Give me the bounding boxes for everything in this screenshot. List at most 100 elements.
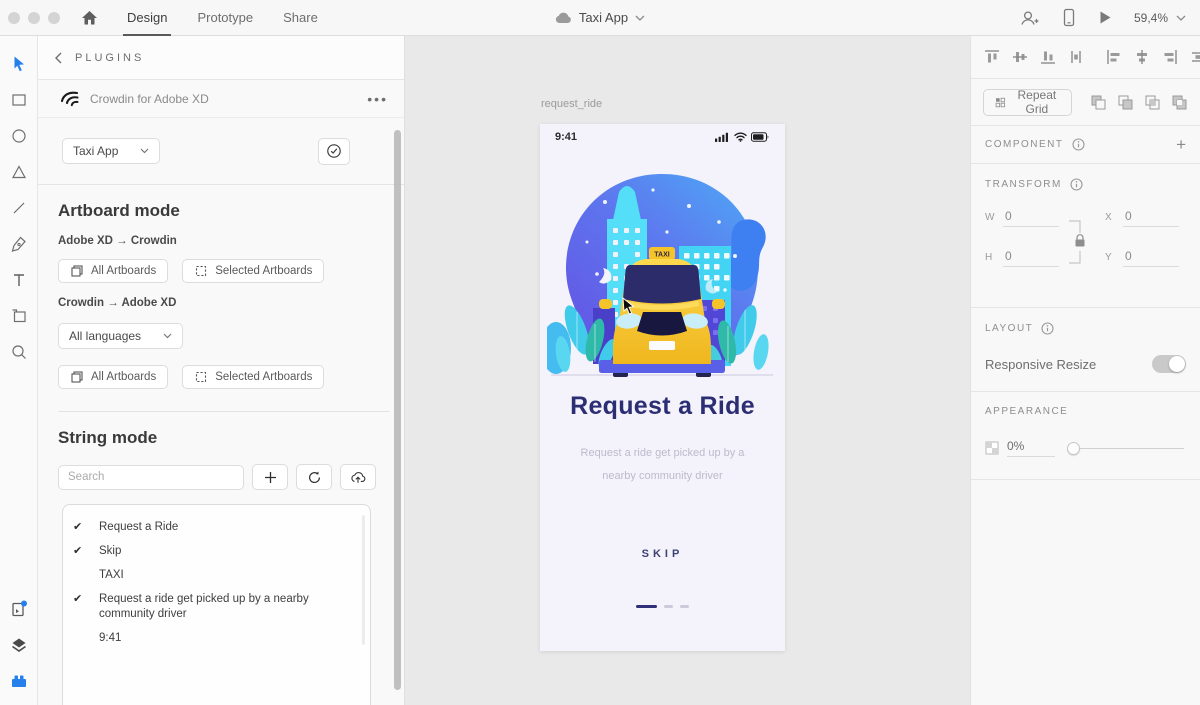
align-center-horizontal-icon[interactable] — [1133, 48, 1151, 66]
repeat-grid-button[interactable]: Repeat Grid — [983, 88, 1072, 116]
check-circle-icon — [327, 144, 341, 158]
component-label: COMPONENT — [985, 139, 1064, 150]
polygon-tool[interactable] — [0, 154, 38, 190]
window-controls[interactable] — [8, 11, 60, 24]
add-component-button[interactable]: + — [1176, 135, 1186, 155]
add-string-button[interactable] — [252, 464, 288, 490]
pagination-dots — [540, 605, 785, 608]
sidebar-bottom-tools — [0, 591, 38, 699]
home-icon — [82, 10, 97, 24]
refresh-strings-button[interactable] — [296, 464, 332, 490]
maximize-window-icon[interactable] — [48, 11, 60, 24]
distribute-horizontal-icon[interactable] — [1189, 48, 1200, 66]
boolean-intersect-icon[interactable] — [1144, 94, 1161, 111]
layers-panel-button[interactable] — [0, 627, 38, 663]
responsive-resize-toggle[interactable] — [1152, 355, 1186, 373]
dot-active — [636, 605, 657, 608]
dot — [664, 605, 673, 608]
height-field[interactable] — [1003, 249, 1059, 267]
confirm-project-button[interactable] — [318, 137, 350, 165]
boolean-exclude-icon[interactable] — [1171, 94, 1188, 111]
panel-scrollbar[interactable] — [394, 130, 401, 690]
align-top-icon[interactable] — [983, 48, 1001, 66]
tab-share[interactable]: Share — [283, 0, 318, 36]
align-middle-vertical-icon[interactable] — [1011, 48, 1029, 66]
search-input[interactable] — [58, 464, 244, 490]
text-tool[interactable] — [0, 262, 38, 298]
zoom-tool[interactable] — [0, 334, 38, 370]
select-tool[interactable] — [0, 46, 38, 82]
distribute-vertical-icon[interactable] — [1067, 48, 1085, 66]
width-field[interactable] — [1003, 209, 1059, 227]
height-label: H — [985, 252, 993, 263]
canvas[interactable]: request_ride 9:41 TAXI Request a Ride Re… — [405, 36, 970, 705]
crowdin-logo-icon — [60, 91, 79, 106]
boolean-add-icon[interactable] — [1090, 94, 1107, 111]
align-left-icon[interactable] — [1105, 48, 1123, 66]
artboard-subtitle: Request a ride get picked up by a nearby… — [540, 442, 785, 488]
device-preview-icon[interactable] — [1062, 8, 1076, 27]
list-scrollbar[interactable] — [362, 515, 365, 645]
string-list-item[interactable]: ✔ Request a Ride — [73, 515, 356, 539]
y-field[interactable] — [1123, 249, 1179, 267]
rectangle-icon — [11, 94, 26, 106]
all-artboards-button-2[interactable]: All Artboards — [58, 365, 169, 389]
pen-tool[interactable] — [0, 226, 38, 262]
languages-select[interactable]: All languages — [58, 323, 184, 349]
project-row: Taxi App — [38, 118, 404, 185]
project-select[interactable]: Taxi App — [62, 138, 161, 164]
phone-statusbar: 9:41 — [540, 124, 785, 150]
selected-artboards-button[interactable]: Selected Artboards — [182, 259, 325, 283]
string-list-item[interactable]: ✔ 9:41 — [73, 626, 356, 650]
string-list-item[interactable]: ✔ Skip — [73, 539, 356, 563]
stacked-artboards-icon — [71, 371, 83, 383]
lock-icon — [1075, 234, 1085, 247]
check-icon: ✔ — [73, 592, 83, 605]
string-toolbar — [58, 464, 380, 490]
tab-prototype[interactable]: Prototype — [197, 0, 253, 36]
skip-button[interactable]: SKIP — [540, 548, 785, 560]
zoom-level: 59,4% — [1133, 10, 1168, 25]
opacity-slider[interactable] — [1067, 441, 1186, 455]
rectangle-tool[interactable] — [0, 82, 38, 118]
repeat-grid-row: Repeat Grid — [971, 79, 1200, 126]
artboard-request-ride[interactable]: 9:41 TAXI Request a Ride Request a ride … — [540, 124, 785, 651]
info-icon[interactable] — [1070, 178, 1083, 191]
line-tool[interactable] — [0, 190, 38, 226]
slider-knob[interactable] — [1067, 441, 1080, 455]
align-right-icon[interactable] — [1161, 48, 1179, 66]
play-preview-icon[interactable] — [1098, 10, 1112, 25]
document-title[interactable]: Taxi App — [555, 10, 645, 25]
close-window-icon[interactable] — [8, 11, 20, 24]
string-list-item[interactable]: ✔ TAXI — [73, 563, 356, 587]
appearance-section: APPEARANCE 0% — [971, 392, 1200, 480]
share-with-users-icon[interactable] — [1019, 9, 1040, 27]
text-icon — [13, 274, 24, 286]
info-icon[interactable] — [1041, 322, 1054, 335]
plugins-panel-button[interactable] — [0, 663, 38, 699]
string-list-item[interactable]: ✔ Request a ride get picked up by a near… — [73, 587, 356, 626]
upload-strings-button[interactable] — [340, 464, 376, 490]
opacity-value[interactable]: 0% — [1007, 439, 1055, 457]
x-field[interactable] — [1123, 209, 1179, 227]
ellipse-tool[interactable] — [0, 118, 38, 154]
back-chevron-icon[interactable] — [54, 52, 63, 64]
assets-panel-button[interactable] — [0, 591, 38, 627]
zoom-control[interactable]: 59,4% — [1134, 11, 1186, 25]
adobe-xd-window: Design Prototype Share Taxi App 59,4% PL… — [0, 0, 1200, 705]
all-artboards-button[interactable]: All Artboards — [58, 259, 169, 283]
artboard-name-label[interactable]: request_ride — [541, 98, 602, 110]
minimize-window-icon[interactable] — [28, 11, 40, 24]
info-icon[interactable] — [1071, 138, 1085, 151]
selected-artboards-button-2[interactable]: Selected Artboards — [182, 365, 325, 389]
artboard-tool[interactable] — [0, 298, 38, 334]
home-button[interactable] — [80, 9, 99, 27]
opacity-icon — [985, 441, 999, 455]
plugin-menu-button[interactable]: ••• — [367, 92, 388, 106]
boolean-subtract-icon[interactable] — [1117, 94, 1134, 111]
battery-icon — [751, 132, 769, 142]
lock-aspect-ratio-control[interactable] — [1065, 211, 1091, 273]
align-bottom-icon[interactable] — [1039, 48, 1057, 66]
tab-design[interactable]: Design — [122, 0, 172, 36]
selection-marquee-icon — [196, 265, 207, 277]
